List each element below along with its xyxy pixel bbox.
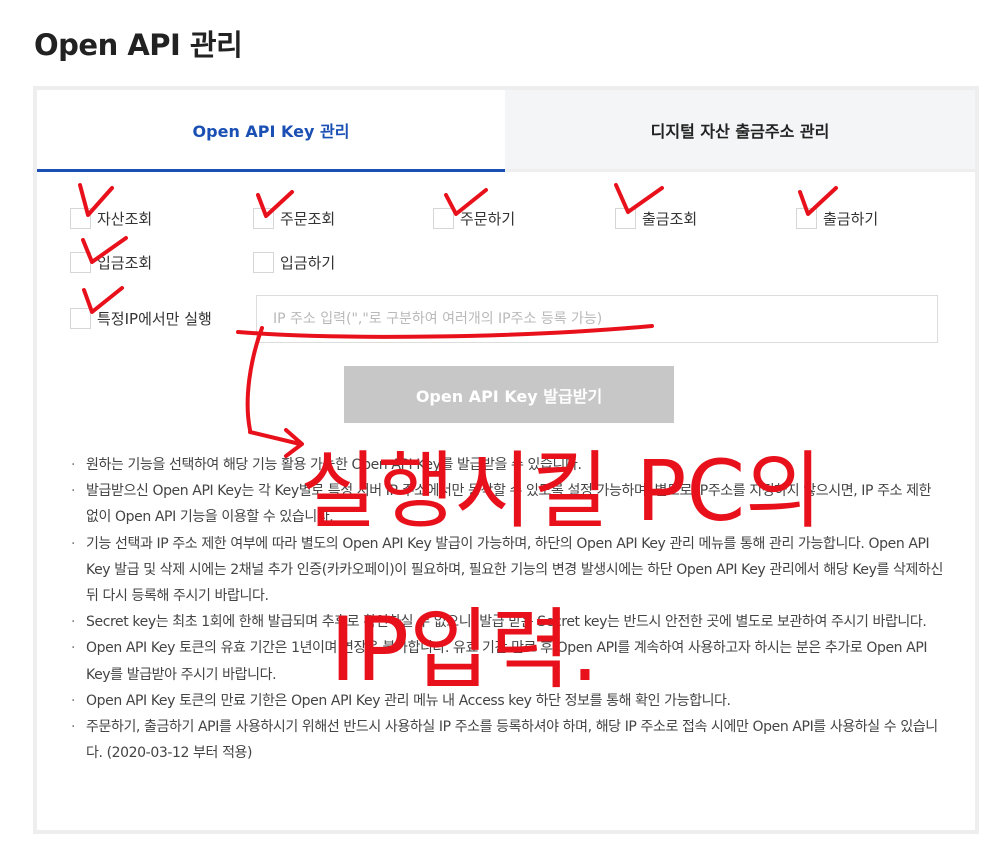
ip-restriction-checkbox[interactable]	[70, 308, 91, 329]
permission-withdraw[interactable]: 출금하기	[796, 208, 878, 229]
tab-bar: Open API Key 관리 디지털 자산 출금주소 관리	[37, 90, 975, 172]
notice-item: Secret key는 최초 1회에 한해 발급되며 추후로 확인하실 수 없으…	[69, 609, 943, 635]
withdraw-checkbox[interactable]	[796, 208, 817, 229]
notice-item: Open API Key 토큰의 유효 기간은 1년이며 연장은 불가합니다. …	[69, 635, 943, 687]
permission-withdrawal-query[interactable]: 출금조회	[615, 208, 697, 229]
notice-item: 원하는 기능을 선택하여 해당 기능 활용 가능한 Open API Key를 …	[69, 452, 943, 478]
notice-item: 주문하기, 출금하기 API를 사용하시기 위해선 반드시 사용하실 IP 주소…	[69, 714, 943, 766]
asset-query-checkbox[interactable]	[70, 208, 91, 229]
permission-label: 주문하기	[460, 210, 516, 228]
ip-address-input[interactable]	[256, 295, 938, 343]
notice-item: 기능 선택과 IP 주소 제한 여부에 따라 별도의 Open API Key …	[69, 531, 943, 610]
permission-asset-query[interactable]: 자산조회	[70, 208, 152, 229]
permission-deposit-query[interactable]: 입금조회	[70, 252, 152, 273]
permission-label: 출금조회	[642, 210, 698, 228]
order-query-checkbox[interactable]	[253, 208, 274, 229]
withdrawal-query-checkbox[interactable]	[615, 208, 636, 229]
place-order-checkbox[interactable]	[433, 208, 454, 229]
page-title: Open API 관리	[34, 28, 243, 62]
permission-label: 입금하기	[280, 254, 336, 272]
notice-item: 발급받으신 Open API Key는 각 Key별로 특정 서버 IP 주소에…	[69, 478, 943, 530]
permission-label: 주문조회	[280, 210, 336, 228]
permission-deposit[interactable]: 입금하기	[253, 252, 335, 273]
ip-restriction-label: 특정IP에서만 실행	[97, 310, 212, 328]
permission-order-query[interactable]: 주문조회	[253, 208, 335, 229]
tab-withdrawal-address[interactable]: 디지털 자산 출금주소 관리	[505, 90, 975, 172]
permission-label: 입금조회	[97, 254, 153, 272]
notice-list: 원하는 기능을 선택하여 해당 기능 활용 가능한 Open API Key를 …	[69, 452, 943, 766]
permission-label: 자산조회	[97, 210, 153, 228]
deposit-query-checkbox[interactable]	[70, 252, 91, 273]
notice-item: Open API Key 토큰의 만료 기한은 Open API Key 관리 …	[69, 688, 943, 714]
tab-open-api-key[interactable]: Open API Key 관리	[37, 90, 505, 172]
permission-label: 출금하기	[823, 210, 879, 228]
open-api-panel: Open API Key 관리 디지털 자산 출금주소 관리 자산조회 주문조회…	[33, 86, 979, 834]
issue-api-key-button[interactable]: Open API Key 발급받기	[344, 366, 674, 423]
deposit-checkbox[interactable]	[253, 252, 274, 273]
ip-restriction-option[interactable]: 특정IP에서만 실행	[70, 308, 212, 329]
permission-place-order[interactable]: 주문하기	[433, 208, 515, 229]
